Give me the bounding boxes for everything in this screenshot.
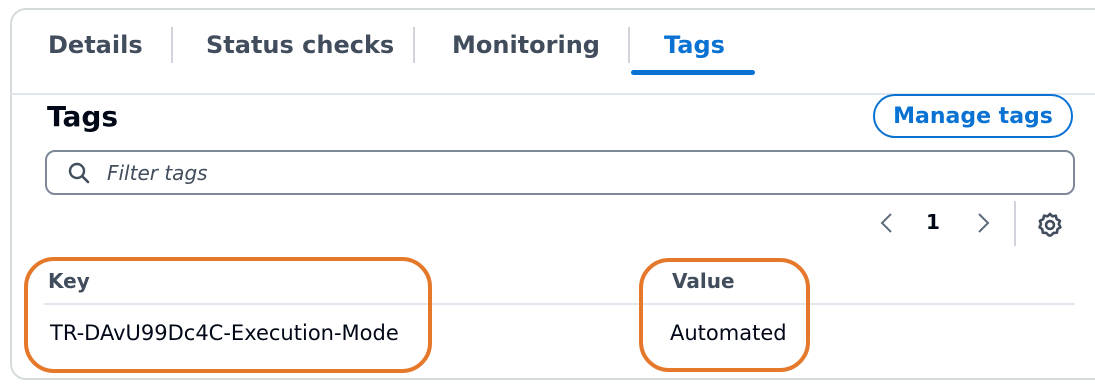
filter-tags-field[interactable] xyxy=(45,150,1075,195)
tab-divider xyxy=(171,27,173,63)
section-title: Tags xyxy=(47,100,119,133)
tab-monitoring[interactable]: Monitoring xyxy=(452,30,600,60)
chevron-right-icon[interactable] xyxy=(970,211,994,235)
filter-tags-input[interactable] xyxy=(107,158,1007,188)
tab-bar: Details Status checks Monitoring Tags xyxy=(0,0,1095,94)
gear-icon[interactable] xyxy=(1036,211,1064,239)
annotation-circle-key xyxy=(24,257,432,373)
search-icon xyxy=(68,162,90,184)
current-page-number[interactable]: 1 xyxy=(926,210,940,234)
chevron-left-icon[interactable] xyxy=(876,211,900,235)
tab-divider xyxy=(413,27,415,63)
active-tab-indicator xyxy=(631,70,755,75)
tab-divider xyxy=(628,27,630,63)
tab-details[interactable]: Details xyxy=(48,30,143,60)
manage-tags-button[interactable]: Manage tags xyxy=(873,94,1073,138)
tab-tags[interactable]: Tags xyxy=(664,30,725,60)
annotation-circle-value xyxy=(639,258,810,372)
tab-status-checks[interactable]: Status checks xyxy=(206,30,394,60)
pagination-divider xyxy=(1014,201,1016,246)
